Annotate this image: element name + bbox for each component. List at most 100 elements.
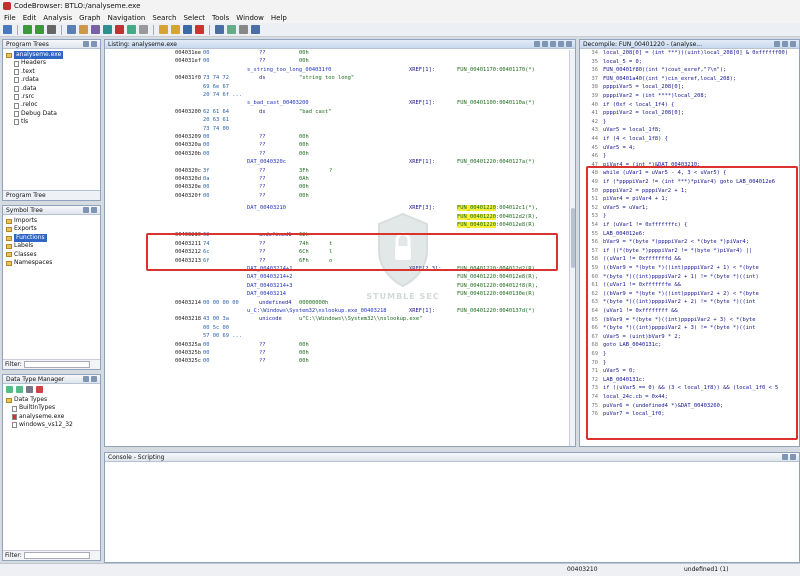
listing-row[interactable]: s_bad_cast_00403200 XREF[1]: FUN_00401100:… — [147, 100, 575, 107]
script-manager-icon[interactable] — [215, 25, 224, 34]
decompile-line[interactable]: 39 ppppiVar2 = (int ****)local_208; — [586, 93, 799, 101]
tree-item-debug-data[interactable]: Debug Data — [6, 110, 97, 118]
save-icon[interactable] — [3, 25, 12, 34]
tree-item-root[interactable]: analyseme.exe — [6, 51, 97, 60]
dtm-item-program[interactable]: analyseme.exe — [6, 413, 97, 421]
decompile-line[interactable]: 34 local_208[0] = (int ***)((uint)local_2… — [586, 50, 799, 58]
listing-row[interactable]: 0040325a 00?? 00h — [147, 342, 575, 349]
tree-item-exports[interactable]: Exports — [6, 225, 97, 233]
listing-row[interactable]: 00403200 62 61 64 ds "bad cast" — [147, 109, 575, 116]
bookmark-icon[interactable] — [67, 25, 76, 34]
decompile-line[interactable]: 44 if (4 < local_1f8) { — [586, 136, 799, 144]
refresh-icon[interactable] — [782, 41, 788, 47]
clear-console-icon[interactable] — [782, 454, 788, 460]
tree-item-rsrc[interactable]: .rsrc — [6, 93, 97, 101]
close-icon[interactable] — [790, 41, 796, 47]
listing-row[interactable]: 57 00 69 ... — [147, 333, 575, 340]
decompile-line[interactable]: 35 local_5 = 0; — [586, 59, 799, 67]
decompile-line[interactable]: 41 ppppiVar2 = local_208[0]; — [586, 110, 799, 118]
listing-xref-value[interactable]: FUN_00401220:004012d2(R), — [457, 213, 538, 220]
external-icon[interactable] — [139, 25, 148, 34]
close-icon[interactable] — [566, 41, 572, 47]
listing-xref-value[interactable]: FUN_00401220:004012c1(*), — [457, 205, 538, 212]
copy-icon[interactable] — [774, 41, 780, 47]
listing-row[interactable]: 69 6e 67 — [147, 84, 575, 91]
tree-item-labels[interactable]: Labels — [6, 242, 97, 250]
close-icon[interactable] — [91, 41, 97, 47]
back-arrow-icon[interactable] — [6, 386, 13, 393]
redo-icon[interactable] — [171, 25, 180, 34]
data-icon[interactable] — [103, 25, 112, 34]
tree-item-classes[interactable]: Classes — [6, 251, 97, 259]
close-icon[interactable] — [91, 376, 97, 382]
tree-item-headers[interactable]: Headers — [6, 59, 97, 67]
listing-row[interactable]: 0040320e 00?? 00h — [147, 184, 575, 191]
listing-row[interactable]: 0040325c 00?? 00h — [147, 358, 575, 365]
menu-graph[interactable]: Graph — [79, 14, 100, 22]
label-icon[interactable] — [79, 25, 88, 34]
dtm-item-data-types[interactable]: Data Types — [6, 396, 97, 404]
decompile-line[interactable]: 46} — [586, 153, 799, 161]
menu-search[interactable]: Search — [152, 14, 176, 22]
console-output[interactable] — [105, 462, 799, 562]
decompile-line[interactable]: 43 uVar5 = local_1f8; — [586, 127, 799, 135]
decompile-line[interactable]: 45 uVar5 = 4; — [586, 145, 799, 153]
listing-row[interactable]: 00403209 00?? 00h — [147, 134, 575, 141]
dtm-item-builtin[interactable]: BuiltInTypes — [6, 404, 97, 412]
listing-row[interactable]: s_string_too_long_004031f0 XREF[1]: FUN_00… — [147, 67, 575, 74]
listing-xref-value[interactable]: FUN_00401220:004012e8(R) — [457, 222, 535, 228]
listing-row[interactable]: 0040320a 00?? 00h — [147, 142, 575, 149]
menu-file[interactable]: File — [4, 14, 16, 22]
menu-analysis[interactable]: Analysis — [43, 14, 72, 22]
listing-row[interactable]: 004031f0 73 74 72 ds "string too long" — [147, 75, 575, 82]
close-icon[interactable] — [790, 454, 796, 460]
panel-menu-icon[interactable] — [83, 41, 89, 47]
tree-item-data[interactable]: .data — [6, 85, 97, 93]
tree-item-reloc[interactable]: .reloc — [6, 101, 97, 109]
decompiler-icon[interactable] — [251, 25, 260, 34]
panel-menu-icon[interactable] — [83, 376, 89, 382]
edit-fields-icon[interactable] — [558, 41, 564, 47]
listing-row[interactable]: 0040320c 3f?? 3Fh? — [147, 168, 575, 175]
panel-menu-icon[interactable] — [83, 207, 89, 213]
listing-row[interactable]: 0040320f 00?? 00h — [147, 193, 575, 200]
menu-navigation[interactable]: Navigation — [108, 14, 146, 22]
menu-tools[interactable]: Tools — [212, 14, 229, 22]
listing-scrollbar[interactable] — [569, 50, 575, 446]
listing-row[interactable]: 20 74 6f ... — [147, 92, 575, 99]
refresh-icon[interactable] — [183, 25, 192, 34]
menu-window[interactable]: Window — [236, 14, 264, 22]
navigate-icon[interactable] — [47, 25, 56, 34]
decompile-line[interactable]: 40 if (0xf < local_1f4) { — [586, 102, 799, 110]
listing-row[interactable]: 004031ef 00?? 00h — [147, 58, 575, 65]
menu-help[interactable]: Help — [271, 14, 287, 22]
snapshot-icon[interactable] — [550, 41, 556, 47]
menu-edit[interactable]: Edit — [23, 14, 37, 22]
console-icon[interactable] — [239, 25, 248, 34]
listing-row[interactable]: 20 63 61 — [147, 117, 575, 124]
listing-row[interactable]: 004031ee 00?? 00h — [147, 50, 575, 57]
decompile-line[interactable]: 38 ppppiVar5 = local_208[0]; — [586, 84, 799, 92]
tree-item-text[interactable]: .text — [6, 68, 97, 76]
stop-icon[interactable] — [195, 25, 204, 34]
tree-item-imports[interactable]: Imports — [6, 217, 97, 225]
tree-item-functions[interactable]: Functions — [6, 233, 97, 243]
settings-icon[interactable] — [26, 386, 33, 393]
undefined-icon[interactable] — [127, 25, 136, 34]
listing-row[interactable]: 73 74 00 — [147, 126, 575, 133]
decompile-line[interactable]: 37 FUN_00401a40((int *)cin_exref,local_20… — [586, 76, 799, 84]
undo-icon[interactable] — [159, 25, 168, 34]
tree-item-rdata[interactable]: .rdata — [6, 76, 97, 84]
decompile-line[interactable]: 42} — [586, 119, 799, 127]
memory-map-icon[interactable] — [227, 25, 236, 34]
tree-item-namespaces[interactable]: Namespaces — [6, 259, 97, 267]
listing-row[interactable]: 0040325b 00?? 00h — [147, 350, 575, 357]
symbol-filter-input[interactable] — [23, 361, 90, 368]
listing-row[interactable]: 0040320b 00?? 00h — [147, 151, 575, 158]
dtm-filter-input[interactable] — [23, 552, 90, 559]
copy-icon[interactable] — [534, 41, 540, 47]
dtm-item-windows[interactable]: windows_vs12_32 — [6, 421, 97, 429]
listing-row[interactable]: 0040320d 0a?? 0Ah — [147, 176, 575, 183]
decompile-line[interactable]: 36 FUN_00401f80((int *)cout_exref,"?\n"); — [586, 67, 799, 75]
filter-icon[interactable] — [36, 386, 43, 393]
